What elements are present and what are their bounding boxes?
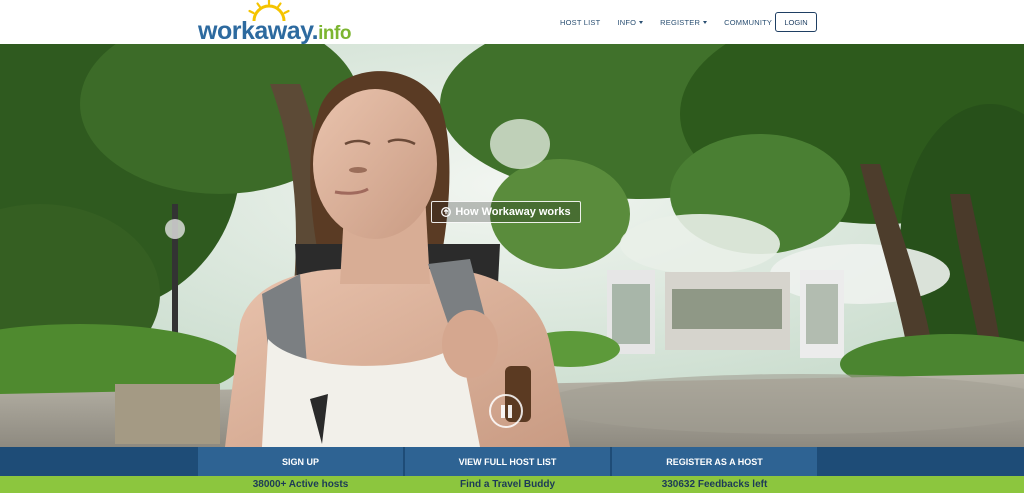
feedbacks-stat[interactable]: 330632 Feedbacks left [612,476,817,493]
how-workaway-works-button[interactable]: How Workaway works [431,201,581,223]
sign-up-button[interactable]: SIGN UP [198,447,403,476]
nav-info-label: INFO [617,17,637,27]
pause-video-button[interactable] [489,394,523,428]
cta-bar: SIGN UP VIEW FULL HOST LIST REGISTER AS … [0,447,1024,476]
pause-icon [501,405,505,418]
caret-down-icon [703,20,708,24]
nav-register[interactable]: REGISTER [660,17,708,27]
workaway-logo[interactable]: workaway.info [198,0,351,45]
nav-info[interactable]: INFO [617,17,644,27]
stats-bar: 38000+ Active hosts Find a Travel Buddy … [0,476,1024,493]
logo-suffix: info [318,23,351,44]
logo-text: workaway.info [198,17,351,46]
login-button[interactable]: LOGIN [775,12,817,32]
hero-background-image [0,44,1024,447]
main-nav: HOST LIST INFO REGISTER COMMUNITY [560,12,796,32]
hero-video: How Workaway works [0,44,1024,447]
register-host-button[interactable]: REGISTER AS A HOST [612,447,817,476]
nav-host-list-label: HOST LIST [560,17,601,27]
site-header: workaway.info HOST LIST INFO REGISTER CO… [0,0,1024,45]
nav-host-list[interactable]: HOST LIST [560,18,600,27]
arrow-circle-icon [441,207,452,217]
nav-community[interactable]: COMMUNITY [724,17,780,27]
logo-word: workaway [198,17,312,45]
caret-down-icon [639,20,644,24]
nav-community-label: COMMUNITY [724,17,773,27]
active-hosts-stat[interactable]: 38000+ Active hosts [198,476,403,493]
view-host-list-button[interactable]: VIEW FULL HOST LIST [405,447,610,476]
how-workaway-works-label: How Workaway works [455,206,571,218]
nav-register-label: REGISTER [660,17,701,27]
pause-icon [508,405,512,418]
travel-buddy-link[interactable]: Find a Travel Buddy [405,476,610,493]
